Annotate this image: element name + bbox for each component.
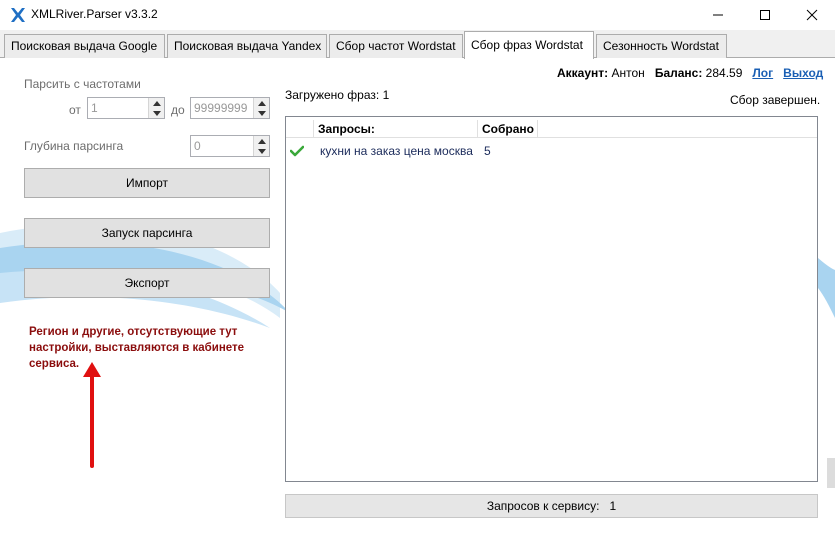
- app-logo-icon: [11, 8, 25, 22]
- table-row[interactable]: кухни на заказ цена москва 5: [286, 141, 817, 161]
- balance-label: Баланс:: [654, 66, 703, 80]
- account-label: Аккаунт:: [557, 66, 609, 80]
- spin-up-icon[interactable]: [149, 98, 165, 108]
- requests-label: Запросов к сервису:: [486, 499, 600, 513]
- frequency-to-arrows[interactable]: [253, 98, 269, 118]
- minimize-icon: [713, 14, 723, 16]
- balance-value: 284.59: [705, 66, 743, 80]
- results-table[interactable]: Запросы: Собрано кухни на заказ цена мос…: [285, 116, 818, 482]
- account-info: Аккаунт: Антон Баланс: 284.59 Лог Выход: [557, 66, 823, 80]
- status-column-header: [286, 120, 314, 138]
- row-status: [289, 141, 314, 161]
- maximize-icon: [760, 10, 770, 20]
- window-title: XMLRiver.Parser v3.3.2: [31, 7, 158, 21]
- from-label: от: [69, 103, 81, 117]
- frequency-from-stepper[interactable]: [87, 97, 165, 119]
- spin-up-icon[interactable]: [254, 98, 270, 108]
- query-cell: кухни на заказ цена москва: [320, 144, 473, 158]
- loaded-phrases-count: Загружено фраз: 1: [285, 88, 390, 102]
- spin-down-icon[interactable]: [149, 108, 165, 118]
- title-bar: XMLRiver.Parser v3.3.2: [0, 0, 835, 30]
- spin-down-icon[interactable]: [254, 108, 270, 118]
- depth-stepper[interactable]: [190, 135, 270, 157]
- collected-column-header[interactable]: Собрано: [478, 120, 538, 138]
- tab-wordstat-frequency[interactable]: Сбор частот Wordstat: [329, 34, 463, 58]
- window-resize-edge: [827, 458, 835, 488]
- tab-strip: Поисковая выдача Google Поисковая выдача…: [0, 30, 835, 59]
- tab-google-serp[interactable]: Поисковая выдача Google: [4, 34, 165, 58]
- requests-value: 1: [609, 499, 617, 513]
- collected-cell: 5: [484, 144, 491, 158]
- tab-wordstat-phrases[interactable]: Сбор фраз Wordstat: [464, 31, 594, 59]
- to-label: до: [171, 103, 185, 117]
- settings-note: Регион и другие, отсутствующие тут настр…: [29, 326, 245, 370]
- arrow-up-icon: [83, 362, 101, 468]
- check-icon: [289, 145, 305, 157]
- depth-label: Глубина парсинга: [24, 139, 124, 153]
- frequency-to-input[interactable]: [191, 98, 253, 118]
- depth-arrows[interactable]: [253, 136, 269, 156]
- table-header: Запросы: Собрано: [286, 120, 817, 138]
- start-parsing-button[interactable]: Запуск парсинга: [24, 218, 270, 248]
- log-link[interactable]: Лог: [752, 66, 773, 80]
- frequency-to-stepper[interactable]: [190, 97, 270, 119]
- tab-yandex-serp[interactable]: Поисковая выдача Yandex: [167, 34, 327, 58]
- account-name: Антон: [611, 66, 645, 80]
- frequency-from-input[interactable]: [88, 98, 148, 118]
- queries-column-header[interactable]: Запросы:: [314, 120, 478, 138]
- spin-down-icon[interactable]: [254, 146, 270, 156]
- depth-input[interactable]: [191, 136, 253, 156]
- frequency-from-arrows[interactable]: [148, 98, 164, 118]
- export-button[interactable]: Экспорт: [24, 268, 270, 298]
- close-button[interactable]: [789, 0, 835, 30]
- frequency-label: Парсить с частотами: [24, 77, 141, 91]
- spin-up-icon[interactable]: [254, 136, 270, 146]
- requests-counter-bar: Запросов к сервису: 1: [285, 494, 818, 518]
- tab-content: Парсить с частотами от до Глубина парсин…: [0, 58, 835, 539]
- import-button[interactable]: Импорт: [24, 168, 270, 198]
- minimize-button[interactable]: [695, 0, 741, 30]
- logout-link[interactable]: Выход: [783, 66, 823, 80]
- collection-status: Сбор завершен.: [730, 93, 821, 107]
- close-icon: [806, 9, 818, 21]
- tab-wordstat-seasonality[interactable]: Сезонность Wordstat: [596, 34, 727, 58]
- maximize-button[interactable]: [742, 0, 788, 30]
